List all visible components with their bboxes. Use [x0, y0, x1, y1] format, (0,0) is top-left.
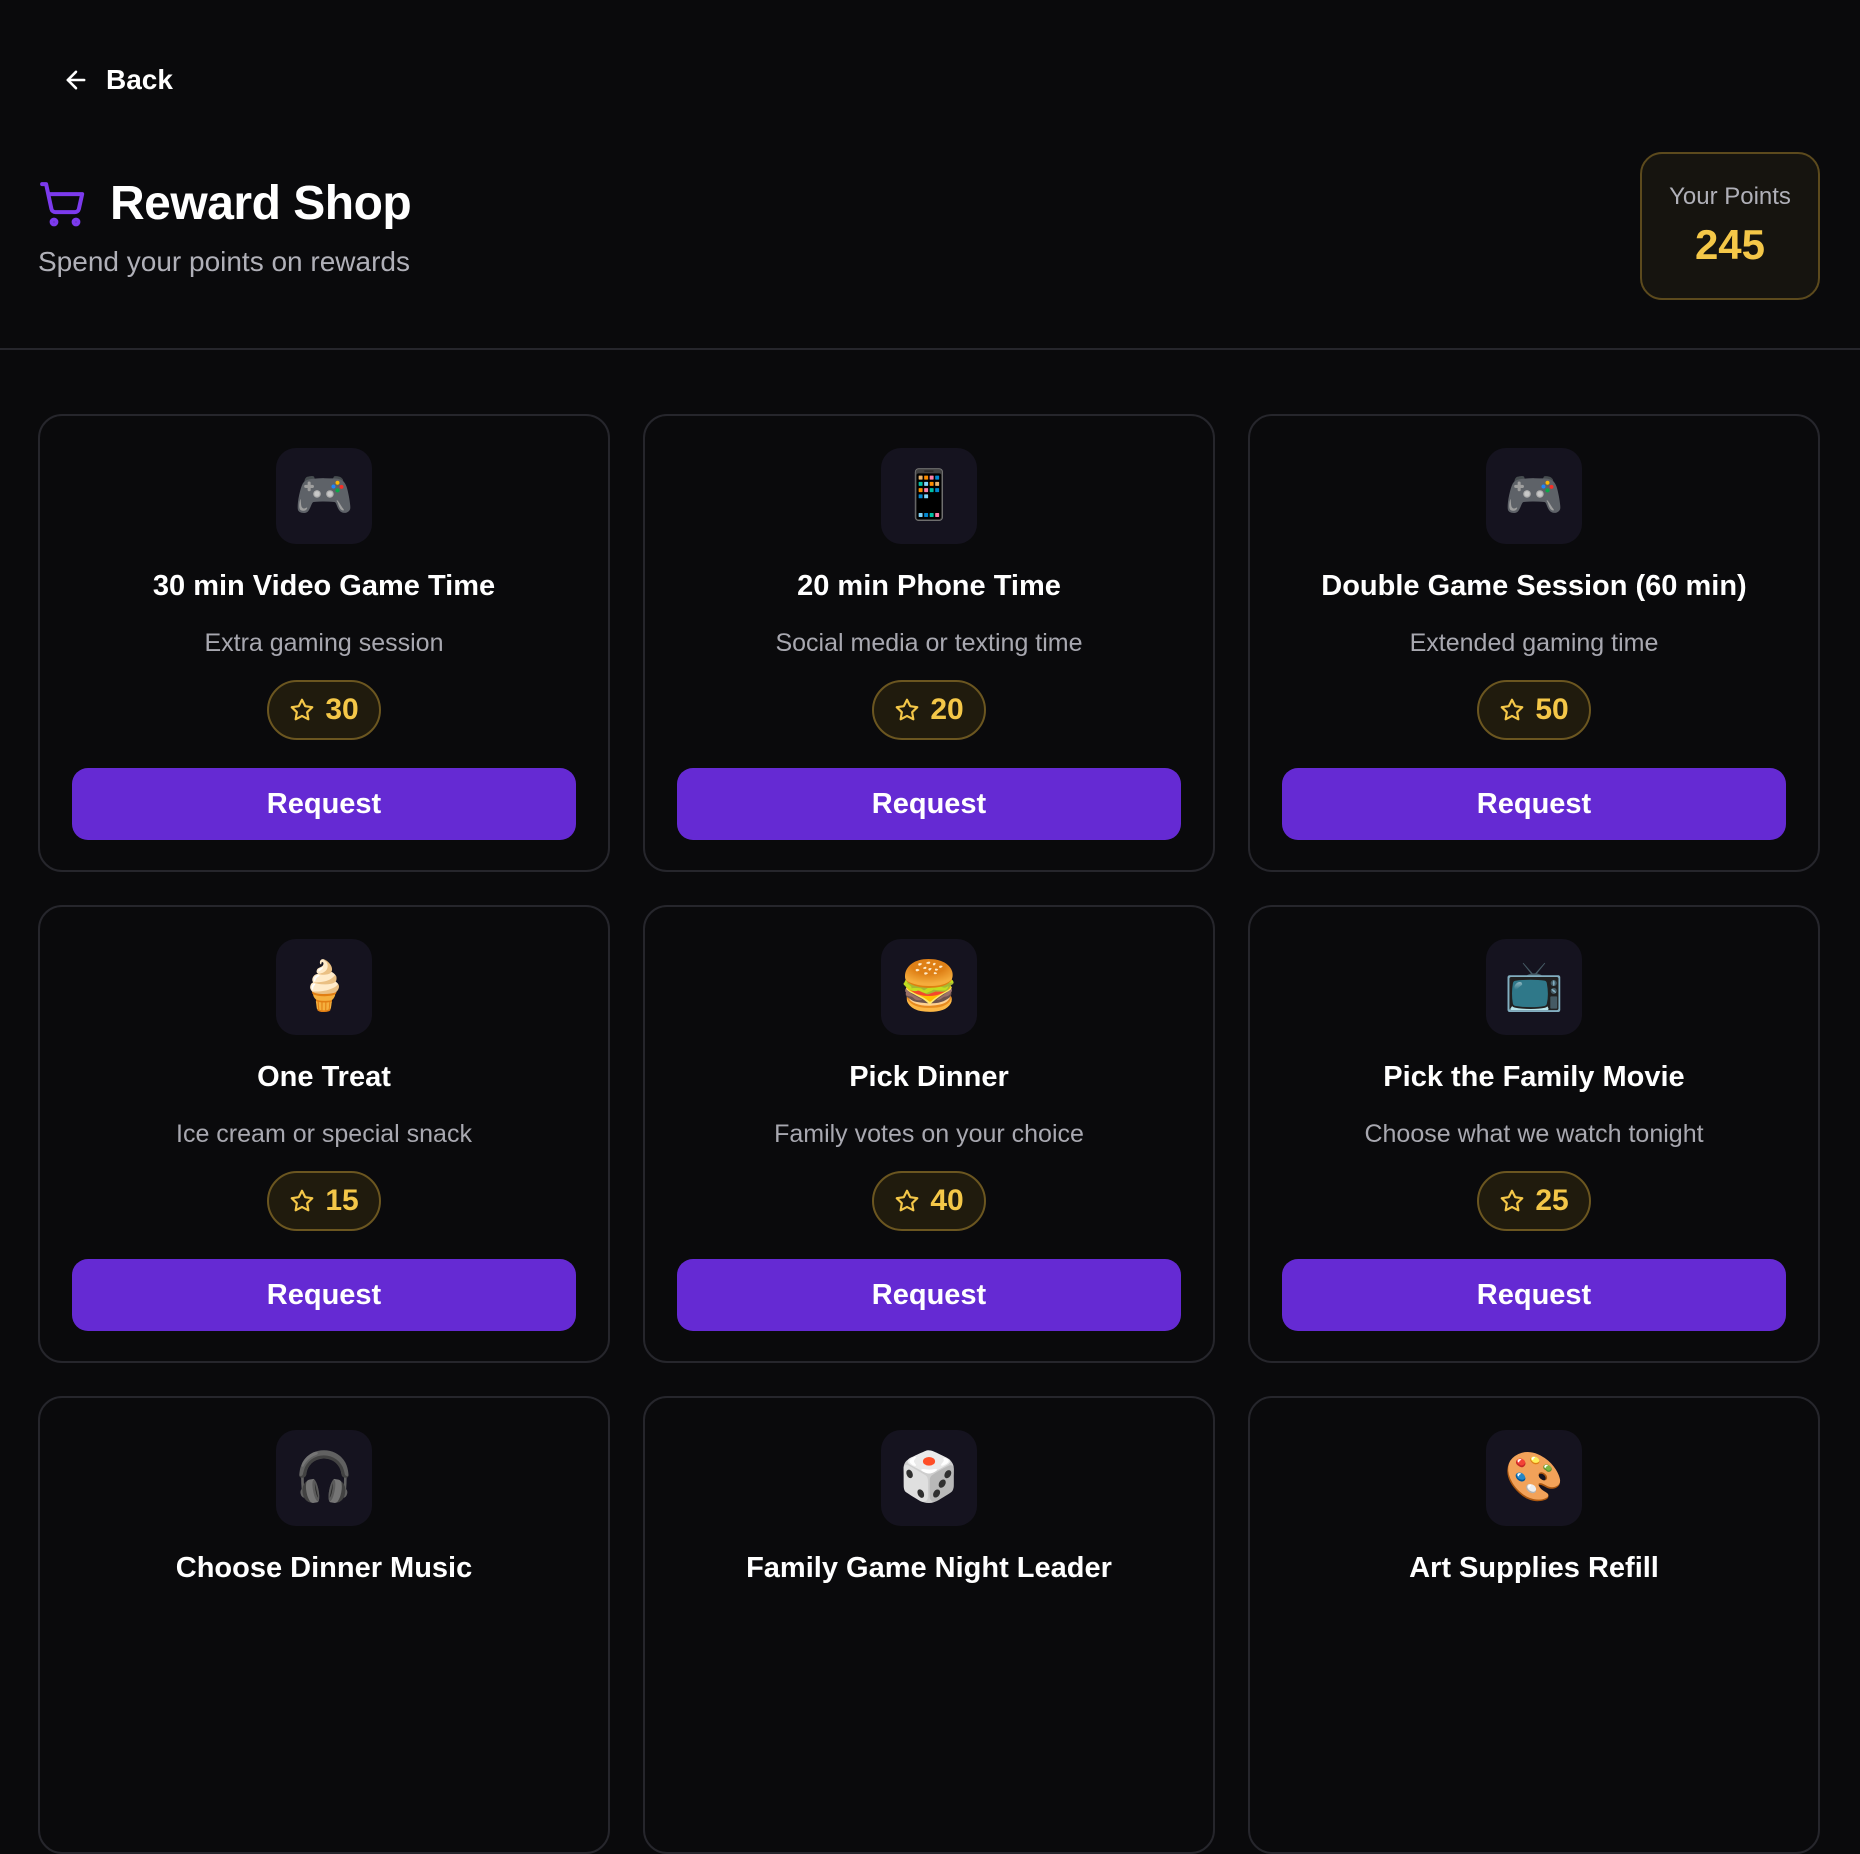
game-controller-icon: 🎮	[1486, 448, 1582, 544]
reward-card: 🎮 Double Game Session (60 min) Extended …	[1248, 414, 1820, 872]
reward-description: Extra gaming session	[204, 629, 444, 657]
reward-cost-badge: 15	[267, 1171, 381, 1231]
star-icon	[895, 698, 919, 721]
reward-cost-badge: 30	[267, 680, 381, 740]
request-button[interactable]: Request	[1282, 768, 1786, 840]
reward-card: 🍔 Pick Dinner Family votes on your choic…	[643, 905, 1215, 1363]
reward-title: Family Game Night Leader	[746, 1552, 1112, 1584]
television-icon: 📺	[1486, 939, 1582, 1035]
reward-card: 🎲 Family Game Night Leader	[643, 1396, 1215, 1854]
reward-cost: 40	[930, 1184, 964, 1217]
shopping-cart-icon	[40, 181, 85, 226]
request-button[interactable]: Request	[677, 768, 1181, 840]
burger-icon: 🍔	[881, 939, 977, 1035]
mobile-phone-icon: 📱	[881, 448, 977, 544]
request-button[interactable]: Request	[72, 1259, 576, 1331]
rewards-grid: 🎮 30 min Video Game Time Extra gaming se…	[38, 414, 1820, 1854]
reward-description: Choose what we watch tonight	[1364, 1120, 1704, 1148]
star-icon	[1500, 698, 1524, 721]
reward-description: Family votes on your choice	[774, 1120, 1084, 1148]
header-divider	[0, 348, 1860, 350]
star-icon	[290, 698, 314, 721]
reward-card: 📺 Pick the Family Movie Choose what we w…	[1248, 905, 1820, 1363]
reward-cost-badge: 40	[872, 1171, 986, 1231]
request-button[interactable]: Request	[677, 1259, 1181, 1331]
points-value: 245	[1694, 221, 1766, 268]
reward-cost: 15	[325, 1184, 359, 1217]
page-title: Reward Shop	[110, 177, 412, 230]
reward-card: 📱 20 min Phone Time Social media or text…	[643, 414, 1215, 872]
points-label: Your Points	[1669, 183, 1791, 210]
reward-title: Double Game Session (60 min)	[1321, 570, 1747, 602]
arrow-left-icon	[66, 70, 86, 90]
reward-title: 20 min Phone Time	[797, 570, 1061, 602]
reward-cost: 50	[1535, 693, 1569, 726]
reward-description: Ice cream or special snack	[176, 1120, 472, 1148]
reward-cost-badge: 25	[1477, 1171, 1591, 1231]
reward-card: 🎮 30 min Video Game Time Extra gaming se…	[38, 414, 610, 872]
reward-title: Pick Dinner	[849, 1061, 1009, 1093]
reward-card: 🎨 Art Supplies Refill	[1248, 1396, 1820, 1854]
reward-cost: 20	[930, 693, 964, 726]
dice-icon: 🎲	[881, 1430, 977, 1526]
ice-cream-icon: 🍦	[276, 939, 372, 1035]
page-subtitle: Spend your points on rewards	[38, 246, 410, 277]
art-palette-icon: 🎨	[1486, 1430, 1582, 1526]
game-controller-icon: 🎮	[276, 448, 372, 544]
reward-cost-badge: 50	[1477, 680, 1591, 740]
reward-description: Extended gaming time	[1409, 629, 1659, 657]
request-button[interactable]: Request	[72, 768, 576, 840]
reward-title: 30 min Video Game Time	[152, 570, 496, 602]
back-label: Back	[106, 64, 173, 95]
back-link[interactable]: Back	[62, 64, 173, 96]
reward-cost: 25	[1535, 1184, 1569, 1217]
reward-cost-badge: 20	[872, 680, 986, 740]
reward-title: Choose Dinner Music	[175, 1552, 473, 1584]
page-title-row: Reward Shop	[38, 176, 412, 231]
reward-cost: 30	[325, 693, 359, 726]
star-icon	[1500, 1189, 1524, 1212]
star-icon	[895, 1189, 919, 1212]
reward-title: One Treat	[257, 1061, 391, 1093]
reward-card: 🎧 Choose Dinner Music	[38, 1396, 610, 1854]
points-balance-card: Your Points 245	[1640, 152, 1820, 300]
request-button[interactable]: Request	[1282, 1259, 1786, 1331]
star-icon	[290, 1189, 314, 1212]
reward-title: Art Supplies Refill	[1409, 1552, 1659, 1584]
reward-card: 🍦 One Treat Ice cream or special snack 1…	[38, 905, 610, 1363]
reward-title: Pick the Family Movie	[1383, 1061, 1685, 1093]
headphones-icon: 🎧	[276, 1430, 372, 1526]
reward-description: Social media or texting time	[775, 629, 1083, 657]
